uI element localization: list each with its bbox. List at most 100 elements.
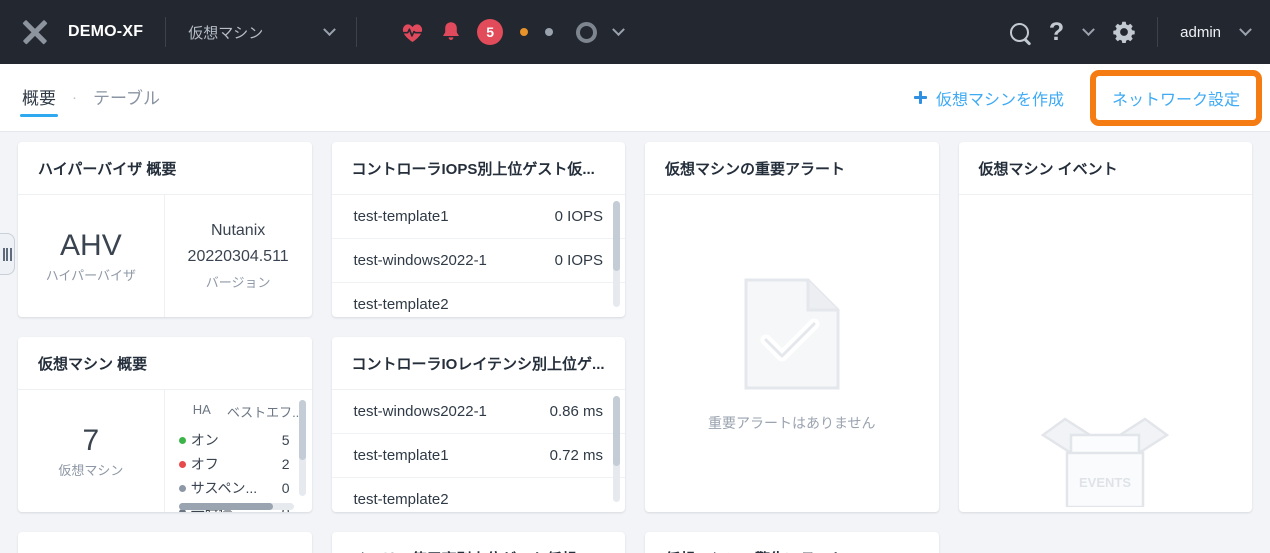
- header-divider: [165, 17, 167, 47]
- create-vm-button[interactable]: 仮想マシンを作成: [913, 86, 1064, 110]
- card-vm-events: 仮想マシン イベント EVENTS: [958, 142, 1252, 512]
- status-icon-group: 5: [401, 19, 626, 45]
- list-item[interactable]: test-windows2022-1 0.86 ms: [331, 390, 625, 434]
- vm-status-list: HA ベストエフ... オン 5 オフ 2 サスペン... 0: [165, 390, 312, 512]
- card-title: メモリー使用率別上位ゲスト仮想...: [332, 532, 626, 553]
- card-vm-warning-alerts: 仮想マシンの警告アラート: [645, 532, 939, 553]
- card-title: CPU: [18, 532, 312, 553]
- tab-separator: ·: [72, 89, 77, 106]
- context-selector[interactable]: 仮想マシン: [188, 22, 337, 43]
- chevron-down-icon[interactable]: [1082, 22, 1096, 36]
- header-right-actions: ? admin: [1009, 17, 1252, 47]
- card-hypervisor-summary: ハイパーバイザ 概要 AHV ハイパーバイザ Nutanix 20220304.…: [18, 142, 312, 317]
- card-cpu: CPU: [18, 532, 312, 553]
- amber-status-dot: [520, 28, 529, 36]
- empty-state-text: 重要アラートはありません: [707, 415, 876, 431]
- vm-name: test-template1: [353, 447, 449, 464]
- card-top-vms-by-iops: コントローラIOPS別上位ゲスト仮... test-template1 0 IO…: [331, 142, 626, 317]
- scrollbar-horizontal[interactable]: [178, 503, 294, 510]
- hypervisor-label: ハイパーバイザ: [45, 267, 137, 283]
- scrollbar-vertical[interactable]: [613, 396, 620, 502]
- open-box-icon: EVENTS: [1031, 401, 1179, 512]
- top-header-bar: DEMO-XF 仮想マシン 5 ? admin: [0, 0, 1270, 64]
- card-top-vms-by-latency: コントローラIOレイテンシ別上位ゲ... test-windows2022-1 …: [331, 337, 626, 512]
- network-config-highlight: ネットワーク設定: [1089, 69, 1262, 126]
- vm-name: test-windows2022-1: [353, 252, 487, 269]
- list-item[interactable]: test-template1 0 IOPS: [331, 195, 625, 239]
- task-ring-icon[interactable]: [576, 21, 598, 43]
- vendor-name: Nutanix: [211, 221, 266, 239]
- bell-icon[interactable]: [441, 21, 460, 43]
- card-title: 仮想マシン イベント: [978, 160, 1118, 178]
- expand-sidebar-icon[interactable]: [0, 233, 15, 275]
- list-item[interactable]: test-template2: [332, 478, 626, 512]
- col-header-besteffort: ベストエフ...: [226, 405, 303, 420]
- card-title: 仮想マシン 概要: [38, 355, 148, 373]
- version-value: 20220304.511: [187, 247, 289, 265]
- card-title: ハイパーバイザ 概要: [38, 160, 177, 178]
- card-top-vms-by-memory: メモリー使用率別上位ゲスト仮想...: [331, 532, 626, 553]
- scrollbar-vertical[interactable]: [613, 201, 620, 307]
- list-item[interactable]: test-template1 0.72 ms: [331, 434, 625, 478]
- page-actions: 仮想マシンを作成 ネットワーク設定: [913, 69, 1266, 126]
- chevron-down-icon: [323, 22, 337, 36]
- question-mark-icon[interactable]: ?: [1049, 19, 1064, 45]
- vm-count-label: 仮想マシン: [58, 462, 124, 478]
- tab-overview[interactable]: 概要: [20, 64, 58, 131]
- card-title: 仮想マシンの警告アラート: [645, 532, 939, 553]
- network-config-button[interactable]: ネットワーク設定: [1112, 86, 1240, 110]
- status-row-suspended: サスペン... 0: [178, 476, 312, 500]
- vm-metric: 0 IOPS: [554, 208, 603, 225]
- status-row-off: オフ 2: [178, 452, 312, 476]
- x-logo-icon[interactable]: [20, 17, 50, 47]
- vm-metric: 0 IOPS: [554, 252, 603, 269]
- card-vm-critical-alerts: 仮想マシンの重要アラート 重要アラートはありません: [645, 142, 939, 512]
- vm-metric: 0.86 ms: [549, 403, 603, 420]
- chevron-down-icon[interactable]: [612, 22, 626, 36]
- alert-count-badge[interactable]: 5: [477, 19, 504, 45]
- status-row-on: オン 5: [178, 428, 312, 452]
- col-header-ha: HA: [192, 402, 211, 417]
- hypervisor-type: AHV ハイパーバイザ: [18, 195, 165, 317]
- status-label: サスペン...: [190, 480, 258, 496]
- hypervisor-version: Nutanix 20220304.511 バージョン: [165, 195, 312, 317]
- status-value: 2: [281, 456, 290, 472]
- card-vm-summary: 仮想マシン 概要 7 仮想マシン HA ベストエフ... オン 5 オフ 2 サ…: [18, 337, 312, 512]
- vm-name: test-windows2022-1: [353, 403, 487, 420]
- plus-icon: [913, 91, 927, 104]
- list-item[interactable]: test-windows2022-1 0 IOPS: [331, 239, 625, 283]
- tab-table[interactable]: テーブル: [91, 64, 162, 131]
- context-label: 仮想マシン: [188, 24, 264, 42]
- gear-icon[interactable]: [1113, 21, 1135, 44]
- status-label: オン: [190, 432, 219, 448]
- vm-count: 7: [82, 423, 100, 457]
- card-title: コントローラIOレイテンシ別上位ゲ...: [351, 355, 605, 373]
- status-value: 5: [281, 432, 290, 448]
- search-icon[interactable]: [1009, 22, 1029, 42]
- vm-metric: 0.72 ms: [549, 447, 603, 464]
- status-dot: [178, 436, 186, 444]
- brand-name: DEMO-XF: [68, 23, 144, 40]
- heart-pulse-icon[interactable]: [401, 22, 424, 43]
- list-item[interactable]: test-template2: [332, 283, 626, 317]
- vm-name: test-template2: [353, 491, 449, 508]
- status-dot: [178, 484, 186, 492]
- vm-name: test-template2: [353, 296, 449, 313]
- user-menu-label[interactable]: admin: [1180, 24, 1221, 41]
- header-divider: [1157, 17, 1159, 47]
- tab-table-label: テーブル: [93, 88, 160, 108]
- grid-empty-cell: [959, 532, 1253, 553]
- dashboard-grid: ハイパーバイザ 概要 AHV ハイパーバイザ Nutanix 20220304.…: [0, 132, 1270, 553]
- vm-count-block: 7 仮想マシン: [18, 390, 165, 512]
- sub-navigation-bar: 概要 · テーブル 仮想マシンを作成 ネットワーク設定: [0, 64, 1270, 132]
- grey-status-dot: [545, 28, 554, 36]
- svg-text:EVENTS: EVENTS: [1079, 475, 1131, 490]
- vm-name: test-template1: [353, 208, 449, 225]
- status-dot: [178, 460, 186, 468]
- hypervisor-value: AHV: [60, 228, 122, 262]
- header-divider: [356, 17, 358, 47]
- tab-overview-label: 概要: [22, 88, 56, 108]
- chevron-down-icon[interactable]: [1239, 22, 1252, 36]
- scrollbar-vertical[interactable]: [298, 400, 306, 496]
- document-check-icon: [740, 274, 844, 399]
